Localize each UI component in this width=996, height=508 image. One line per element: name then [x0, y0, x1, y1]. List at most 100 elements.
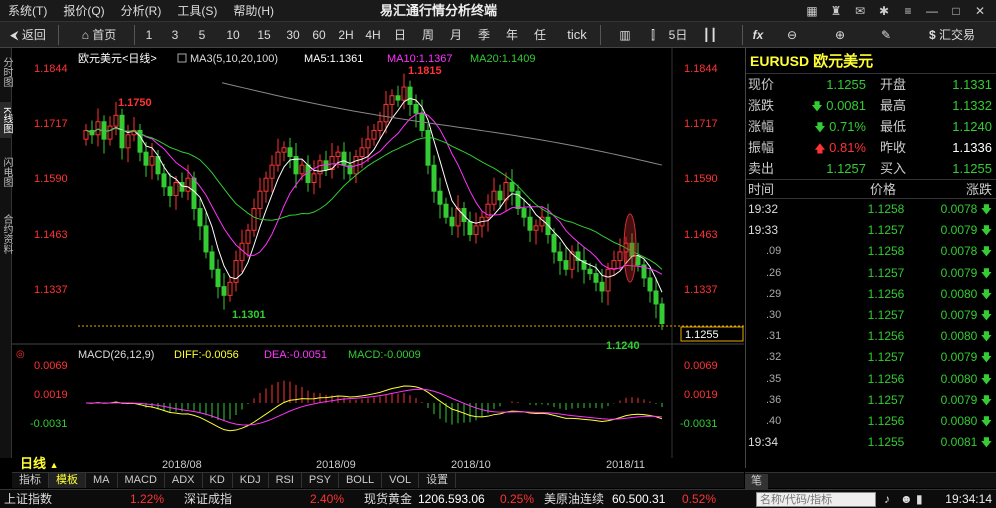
- candle-chart-icon[interactable]: ⫿: [642, 22, 664, 48]
- period-60[interactable]: 60: [308, 22, 330, 48]
- arrow-up-icon: 🡅: [814, 143, 826, 155]
- macd-settings-icon[interactable]: ◎: [16, 349, 25, 360]
- period-month[interactable]: 月: [446, 22, 466, 48]
- candle-body: [443, 203, 449, 218]
- tick-time: 19:34: [748, 435, 779, 450]
- people-icon[interactable]: ☻: [900, 490, 913, 508]
- tab-settings[interactable]: 设置: [419, 473, 457, 488]
- chart-area[interactable]: 欧元美元<日线> MA3(5,10,20,100) MA5:1.1361 MA1…: [12, 48, 744, 469]
- gold-name[interactable]: 现货黄金: [364, 490, 412, 508]
- arrow-down-icon: 🡇: [980, 437, 992, 450]
- tab-boll[interactable]: BOLL: [339, 473, 383, 488]
- menu-system[interactable]: 系统(T): [0, 0, 55, 22]
- index-sz-pct: 2.40%: [310, 492, 345, 506]
- maximize-icon[interactable]: □: [944, 0, 968, 22]
- tab-kd[interactable]: KD: [203, 473, 233, 488]
- crude-name[interactable]: 美原油连续: [544, 490, 604, 508]
- shirt-icon[interactable]: ♜: [824, 0, 848, 22]
- five-day-button[interactable]: 5日: [666, 22, 690, 48]
- quote-label: 昨收: [880, 140, 907, 155]
- ma-settings-icon[interactable]: [177, 53, 187, 63]
- candle-body: [599, 281, 605, 292]
- menu-analysis[interactable]: 分析(R): [113, 0, 170, 22]
- candle-body: [551, 234, 557, 253]
- speaker-icon[interactable]: ♪: [884, 490, 890, 508]
- tick-row: .29 1.1256 0.0080 🡇: [746, 284, 996, 305]
- menu-quote[interactable]: 报价(Q): [55, 0, 112, 22]
- candle-body: [119, 114, 125, 149]
- menu-help[interactable]: 帮助(H): [225, 0, 282, 22]
- home-button[interactable]: ⌂ 首页: [74, 22, 124, 48]
- period-1[interactable]: 1: [140, 22, 158, 48]
- tab-ma[interactable]: MA: [86, 473, 118, 488]
- period-custom[interactable]: 任: [530, 22, 550, 48]
- tab-vol[interactable]: VOL: [382, 473, 420, 488]
- tab-adx[interactable]: ADX: [165, 473, 203, 488]
- trade-button[interactable]: $ 汇交易: [920, 22, 984, 48]
- tab-contract-info[interactable]: 合约资料: [0, 204, 12, 264]
- period-30[interactable]: 30: [282, 22, 304, 48]
- candle-body: [197, 208, 203, 227]
- tab-rsi[interactable]: RSI: [269, 473, 302, 488]
- period-year[interactable]: 年: [502, 22, 522, 48]
- price-tick: 1.1717: [34, 118, 68, 130]
- zoom-out-icon[interactable]: ⊖: [782, 22, 802, 48]
- tab-macd[interactable]: MACD: [118, 473, 165, 488]
- formula-button[interactable]: fx: [748, 22, 768, 48]
- period-quarter[interactable]: 季: [474, 22, 494, 48]
- period-10[interactable]: 10: [222, 22, 244, 48]
- tick-row: .35 1.1256 0.0080 🡇: [746, 369, 996, 390]
- tab-kline[interactable]: K线图: [0, 102, 12, 138]
- price-tick: 1.1337: [684, 284, 718, 296]
- period-tick[interactable]: tick: [562, 22, 592, 48]
- tab-psy[interactable]: PSY: [302, 473, 339, 488]
- tab-tick-detail[interactable]: 笔: [745, 474, 768, 489]
- quote-label: 最低: [880, 119, 907, 134]
- tick-change: 0.0079 🡇: [940, 392, 992, 407]
- candle-body: [149, 155, 155, 166]
- quote-table: 现价 1.1255 开盘 1.1331 涨跌 🡇 0.0081 最高 1.1332 涨幅 🡇 0.…: [746, 74, 996, 179]
- index-sh-pct: 1.22%: [130, 492, 165, 506]
- candle-icon[interactable]: ┃┃: [700, 22, 720, 48]
- tab-kdj[interactable]: KDJ: [233, 473, 269, 488]
- period-3[interactable]: 3: [166, 22, 184, 48]
- quote-label: 现价: [748, 77, 775, 92]
- grid-icon[interactable]: ▦: [800, 0, 824, 22]
- close-icon[interactable]: ✕: [968, 0, 992, 22]
- period-week[interactable]: 周: [418, 22, 438, 48]
- tick-row: 19:32 1.1258 0.0078 🡇: [746, 199, 996, 220]
- index-sz-name[interactable]: 深证成指: [184, 490, 232, 508]
- draw-pen-icon[interactable]: ✎: [876, 22, 896, 48]
- tab-timeshare[interactable]: 分时图: [0, 50, 12, 94]
- index-sh-name[interactable]: 上证指数: [4, 490, 52, 508]
- search-input[interactable]: [756, 492, 876, 507]
- tick-list[interactable]: 19:32 1.1258 0.0078 🡇 19:33 1.1257 0.0079 🡇 .0…: [746, 199, 996, 453]
- period-2h[interactable]: 2H: [335, 22, 357, 48]
- kline-chart[interactable]: 欧元美元<日线> MA3(5,10,20,100) MA5:1.1361 MA1…: [12, 48, 744, 469]
- period-5[interactable]: 5: [193, 22, 211, 48]
- crude-value: 60.500.31: [612, 492, 666, 506]
- candle-body: [161, 173, 167, 188]
- title-bar: 系统(T) 报价(Q) 分析(R) 工具(S) 帮助(H) 易汇通行情分析终端 …: [0, 0, 996, 22]
- period-15[interactable]: 15: [253, 22, 275, 48]
- bar-chart-icon[interactable]: ▥: [614, 22, 636, 48]
- menu-tools[interactable]: 工具(S): [169, 0, 225, 22]
- zoom-in-icon[interactable]: ⊕: [830, 22, 850, 48]
- tab-indicator[interactable]: 指标: [12, 473, 49, 488]
- home-icon: ⌂: [81, 28, 89, 42]
- candle-body: [257, 190, 263, 210]
- price-axis-left: 1.1844 1.1717 1.1590 1.1463 1.1337: [34, 63, 68, 296]
- period-4h[interactable]: 4H: [362, 22, 384, 48]
- tick-row: .26 1.1257 0.0079 🡇: [746, 263, 996, 284]
- back-button[interactable]: ⮜ 返回: [4, 22, 52, 48]
- tab-flash[interactable]: 闪电图: [0, 150, 12, 194]
- minimize-icon[interactable]: —: [920, 0, 944, 22]
- menu-icon[interactable]: ≡: [896, 0, 920, 22]
- period-day[interactable]: 日: [390, 22, 410, 48]
- settings-icon[interactable]: ✱: [872, 0, 896, 22]
- candle-body: [497, 190, 503, 201]
- date-tick-aug: 2018/08: [162, 459, 202, 471]
- tick-change: 0.0080 🡇: [940, 329, 992, 344]
- tab-template[interactable]: 模板: [49, 473, 86, 488]
- mail-icon[interactable]: ✉: [848, 0, 872, 22]
